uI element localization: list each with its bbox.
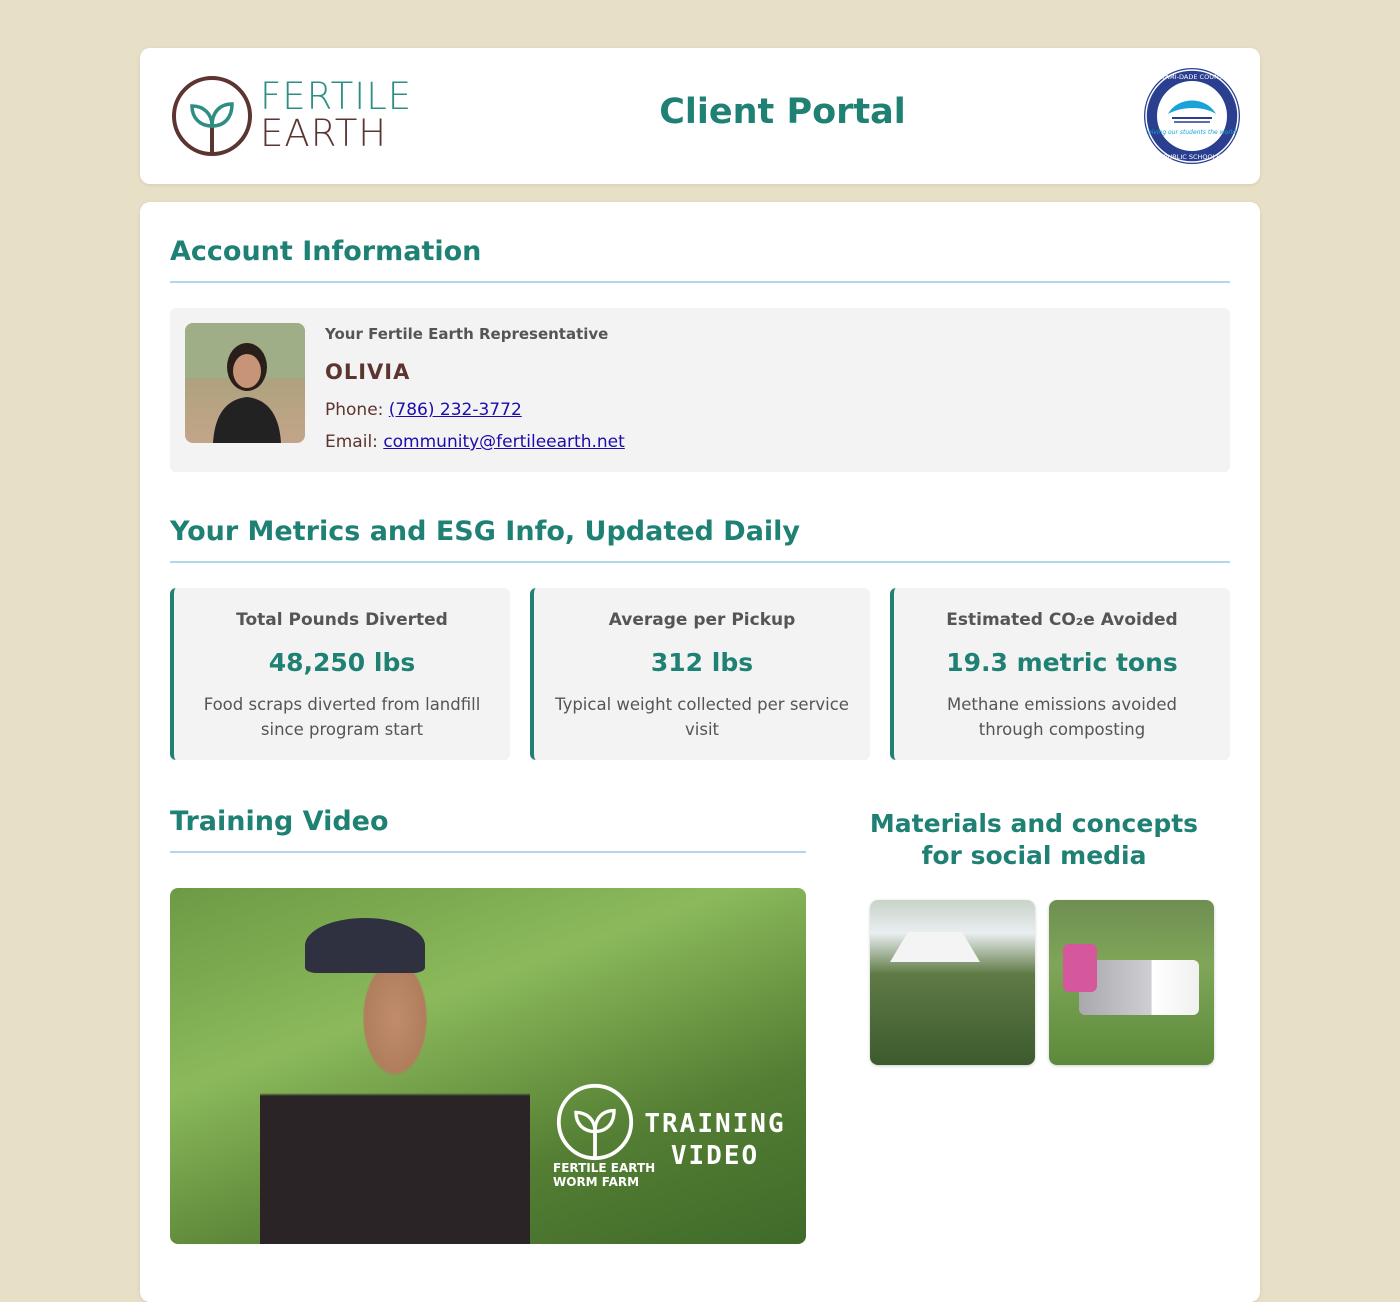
phone-label: Phone: [325,400,384,420]
video-overlay-title: TRAINING VIDEO [640,1108,790,1172]
video-overlay-line-1: TRAINING [644,1109,786,1139]
metric-description: Typical weight collected per service vis… [555,695,849,739]
account-heading: Account Information [170,236,1230,283]
training-video-player[interactable]: TRAINING VIDEO FERTILE EARTH WORM FARM [170,888,806,1244]
phone-link[interactable]: (786) 232-3772 [389,400,522,420]
representative-panel: Your Fertile Earth Representative OLIVIA… [170,308,1230,472]
logo-line-1: FERTILE [260,75,413,118]
phone-row: Phone: (786) 232-3772 [325,400,522,420]
representative-portrait-image [185,323,305,443]
metrics-heading: Your Metrics and ESG Info, Updated Daily [170,516,1230,563]
email-label: Email: [325,432,378,452]
representative-label: Your Fertile Earth Representative [325,325,609,343]
seal-bottom-text: PUBLIC SCHOOLS [1164,153,1221,161]
metric-value: 19.3 metric tons [946,648,1178,677]
metric-card-total-pounds: Total Pounds Diverted 48,250 lbs Food sc… [170,588,510,760]
training-video-heading: Training Video [170,806,806,853]
fertile-earth-logo[interactable]: FERTILE EARTH [170,72,420,162]
representative-photo [185,323,305,443]
video-brand-line-1: FERTILE EARTH [553,1161,656,1175]
tent-shape [890,932,980,962]
seal-top-text: MIAMI-DADE COUNTY [1157,73,1227,81]
email-link[interactable]: community@fertileearth.net [383,432,624,452]
metric-value: 48,250 lbs [268,648,416,677]
logo-wordmark: FERTILE EARTH [260,78,440,152]
metric-label: Estimated CO₂e Avoided [946,610,1178,630]
metric-description: Methane emissions avoided through compos… [947,695,1177,739]
page-title: Client Portal [659,92,906,132]
metric-card-average-pickup: Average per Pickup 312 lbs Typical weigh… [530,588,870,760]
video-overlay-line-2: VIDEO [670,1141,760,1171]
social-media-heading: Materials and concepts for social media [869,809,1199,870]
video-sprout-logo-icon [556,1083,634,1161]
seal-motto: giving our students the world [1148,129,1236,136]
social-media-thumbnail-event[interactable] [870,900,1035,1065]
metric-card-co2e-avoided: Estimated CO₂e Avoided 19.3 metric tons … [890,588,1230,760]
email-row: Email: community@fertileearth.net [325,432,625,452]
video-brand-line-2: WORM FARM [553,1175,640,1189]
social-media-thumbnail-truck[interactable] [1049,900,1214,1065]
metric-description: Food scraps diverted from landfill since… [203,695,481,739]
metric-value: 312 lbs [650,648,754,677]
logo-line-2: EARTH [260,112,388,155]
main-content-card: Account Information Your Fertile Earth R… [140,202,1260,1302]
representative-name: OLIVIA [325,360,411,384]
truck-accent-shape [1063,944,1097,992]
metric-label: Average per Pickup [608,610,796,630]
video-presenter [260,958,530,1244]
header-card: FERTILE EARTH Client Portal giving our s… [140,48,1260,184]
presenter-cap [305,918,425,973]
mdcps-seal: giving our students the world MIAMI-DADE… [1142,66,1242,166]
video-overlay-brand: FERTILE EARTH WORM FARM [553,1161,655,1189]
metric-label: Total Pounds Diverted [236,610,448,630]
sprout-logo-icon [172,76,252,156]
truck-shape [1079,960,1199,1015]
school-seal-icon: giving our students the world MIAMI-DADE… [1144,68,1240,164]
